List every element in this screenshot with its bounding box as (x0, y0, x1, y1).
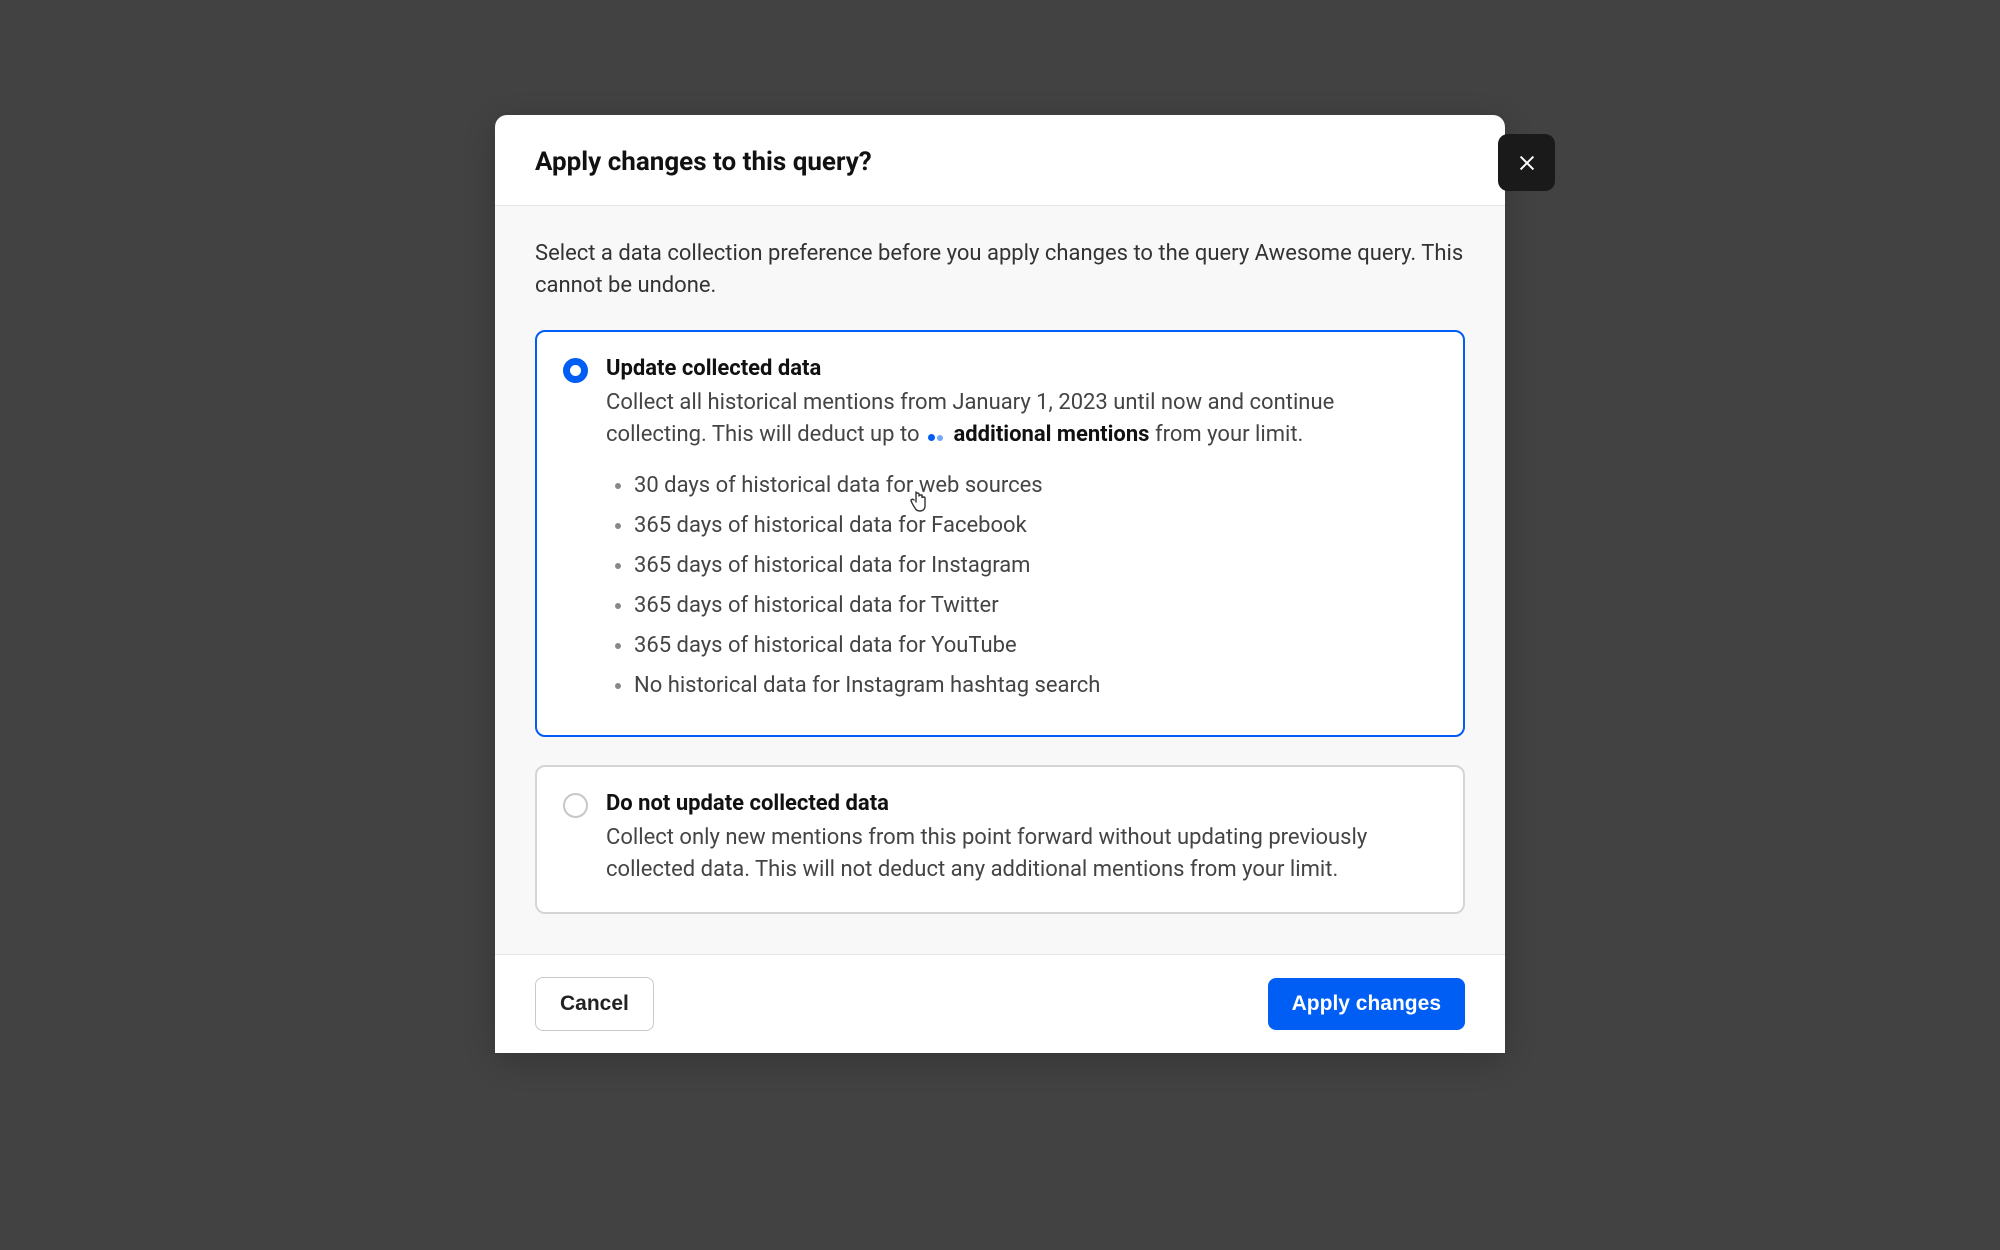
radio-update[interactable] (563, 358, 588, 383)
option-noupdate-description: Collect only new mentions from this poin… (606, 822, 1437, 886)
apply-changes-modal: Apply changes to this query? Select a da… (495, 115, 1505, 1053)
modal-header: Apply changes to this query? (495, 115, 1505, 206)
list-item: 365 days of historical data for YouTube (634, 629, 1437, 663)
list-item: 30 days of historical data for web sourc… (634, 469, 1437, 503)
modal-intro-text: Select a data collection preference befo… (535, 238, 1465, 302)
close-icon (1516, 152, 1538, 174)
option-noupdate-content: Do not update collected data Collect onl… (606, 791, 1437, 886)
radio-do-not-update[interactable] (563, 793, 588, 818)
modal-body: Select a data collection preference befo… (495, 206, 1505, 954)
modal-footer: Cancel Apply changes (495, 954, 1505, 1053)
loading-dots-icon (927, 419, 944, 451)
close-button[interactable] (1498, 134, 1555, 191)
option-update-description: Collect all historical mentions from Jan… (606, 387, 1437, 451)
update-desc-bold: additional mentions (953, 422, 1149, 447)
historical-data-list: 30 days of historical data for web sourc… (606, 469, 1437, 704)
option-update-content: Update collected data Collect all histor… (606, 356, 1437, 710)
list-item: 365 days of historical data for Facebook (634, 509, 1437, 543)
list-item: No historical data for Instagram hashtag… (634, 669, 1437, 703)
list-item: 365 days of historical data for Twitter (634, 589, 1437, 623)
option-noupdate-title: Do not update collected data (606, 791, 1437, 816)
apply-changes-button[interactable]: Apply changes (1268, 978, 1465, 1030)
update-desc-suffix: from your limit. (1155, 422, 1303, 447)
option-update-title: Update collected data (606, 356, 1437, 381)
modal-title: Apply changes to this query? (535, 147, 1465, 177)
option-do-not-update[interactable]: Do not update collected data Collect onl… (535, 765, 1465, 914)
cancel-button[interactable]: Cancel (535, 977, 654, 1031)
option-update-collected-data[interactable]: Update collected data Collect all histor… (535, 330, 1465, 738)
list-item: 365 days of historical data for Instagra… (634, 549, 1437, 583)
